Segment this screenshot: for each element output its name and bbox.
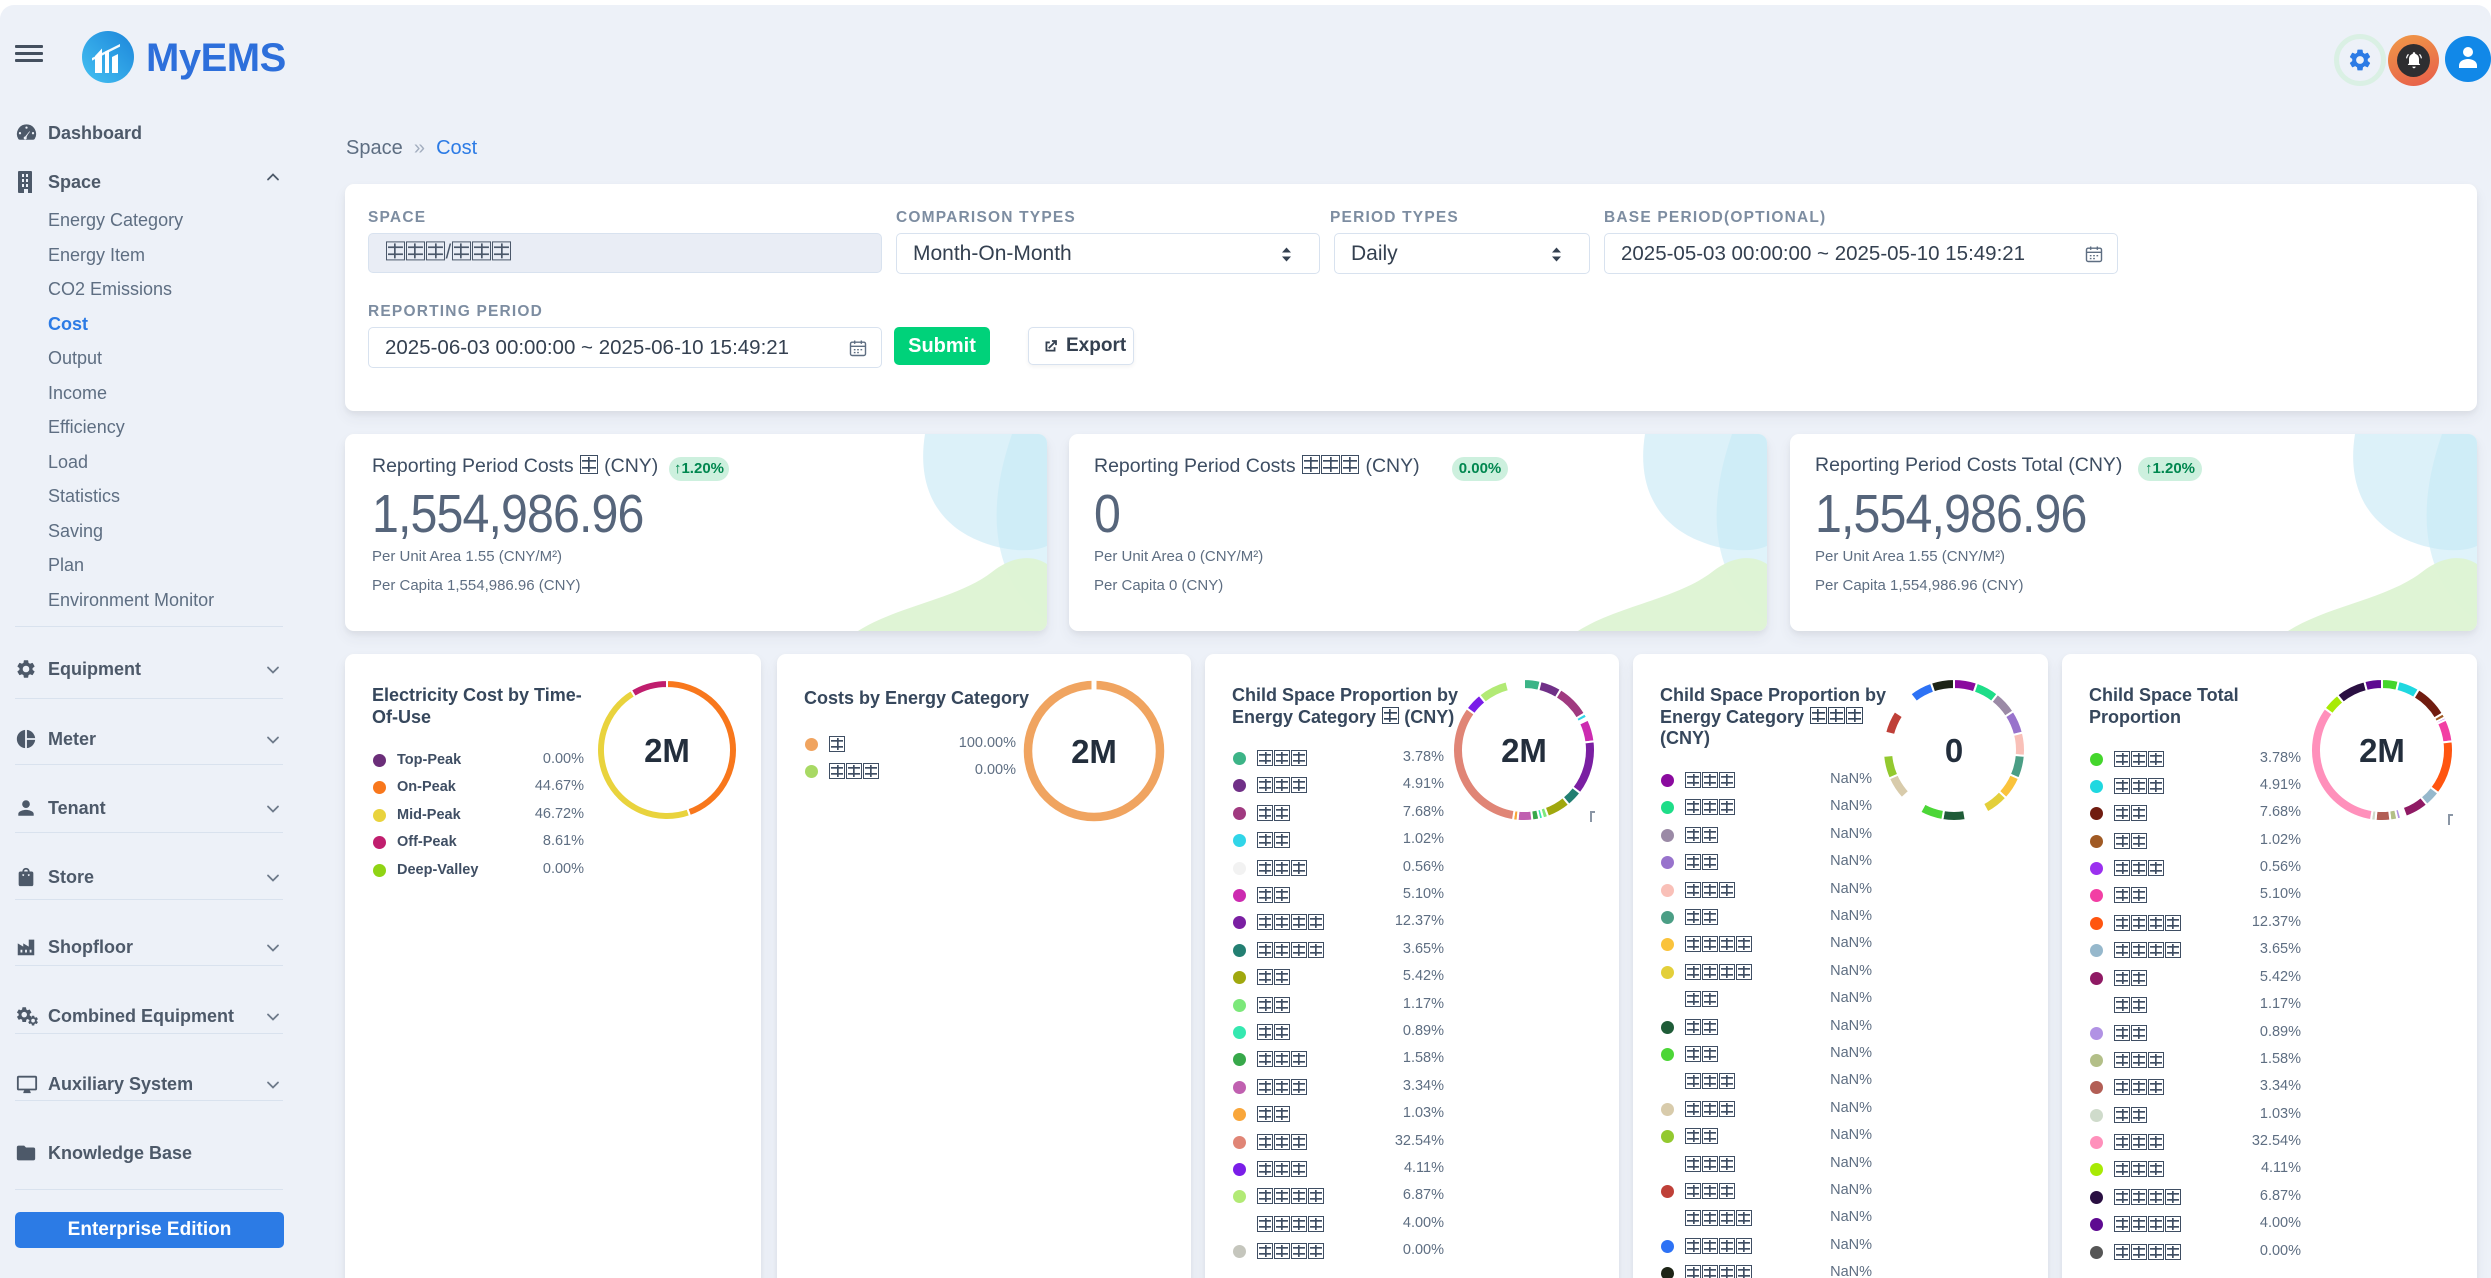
svg-text:2M: 2M [1501, 732, 1547, 769]
svg-text:2M: 2M [644, 732, 690, 769]
svg-text:2M: 2M [1071, 733, 1117, 770]
svg-text:2M: 2M [2359, 732, 2405, 769]
svg-text:0: 0 [1945, 732, 1963, 769]
